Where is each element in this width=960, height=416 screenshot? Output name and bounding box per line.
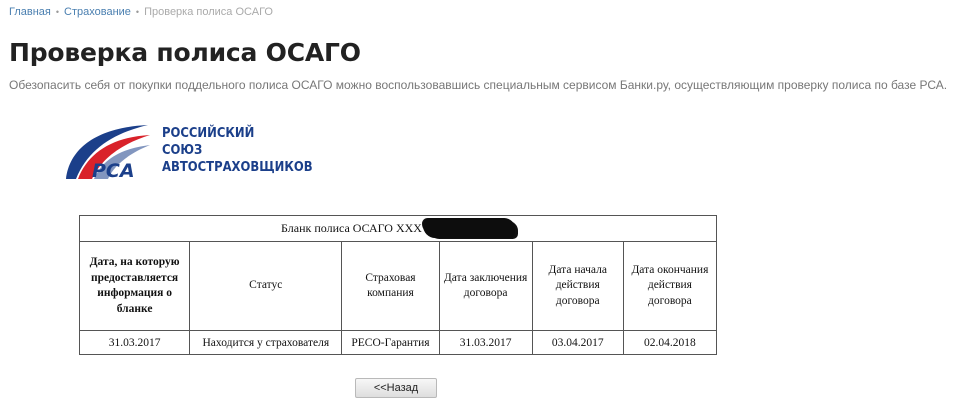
redaction-blot bbox=[422, 217, 515, 238]
table-cell: 31.03.2017 bbox=[438, 330, 533, 355]
column-header: Дата окончания действия договора bbox=[622, 241, 718, 331]
column-header: Дата заключения договора bbox=[438, 241, 533, 331]
policy-table: Бланк полиса ОСАГО ХХХ Дата, на которую … bbox=[78, 215, 718, 355]
page-subtitle: Обезопасить себя от покупки поддельного … bbox=[9, 78, 948, 92]
column-header: Страховая компания bbox=[341, 241, 440, 331]
breadcrumb-link-home[interactable]: Главная bbox=[9, 6, 51, 18]
rsa-emblem-icon: РСА bbox=[66, 125, 150, 182]
table-cell: 31.03.2017 bbox=[78, 330, 191, 355]
page-title: Проверка полиса ОСАГО bbox=[9, 38, 361, 67]
table-row: 31.03.2017 Находится у страхователя РЕСО… bbox=[78, 330, 718, 355]
back-button[interactable]: <<Назад bbox=[355, 378, 437, 398]
breadcrumb-separator: • bbox=[55, 7, 60, 17]
table-header-row: Дата, на которую предоставляется информа… bbox=[78, 241, 718, 331]
table-cell: РЕСО-Гарантия bbox=[341, 330, 440, 355]
breadcrumb-link-insurance[interactable]: Страхование bbox=[64, 6, 131, 18]
breadcrumb-separator: • bbox=[135, 7, 140, 17]
breadcrumb-current: Проверка полиса ОСАГО bbox=[144, 6, 273, 18]
table-cell: 03.04.2017 bbox=[531, 330, 624, 355]
breadcrumb: Главная • Страхование • Проверка полиса ОСАГ… bbox=[9, 6, 273, 18]
column-header: Статус bbox=[189, 241, 343, 331]
logo-line: РОССИЙСКИЙ bbox=[162, 125, 255, 141]
policy-table-title: Бланк полиса ОСАГО ХХХ bbox=[79, 215, 717, 242]
logo-abbrev: РСА bbox=[92, 160, 135, 182]
logo-line: СОЮЗ bbox=[162, 142, 203, 158]
column-header: Дата, на которую предоставляется информа… bbox=[78, 241, 191, 331]
column-header: Дата начала действия договора bbox=[531, 241, 624, 331]
table-cell: 02.04.2018 bbox=[622, 330, 718, 355]
rsa-logo: РСА РОССИЙСКИЙ СОЮЗ АВТОСТРАХОВЩИКОВ bbox=[62, 123, 313, 185]
logo-text: РОССИЙСКИЙ СОЮЗ АВТОСТРАХОВЩИКОВ bbox=[162, 125, 337, 176]
logo-line: АВТОСТРАХОВЩИКОВ bbox=[162, 159, 313, 175]
policy-title-text: Бланк полиса ОСАГО ХХХ bbox=[281, 220, 422, 235]
table-cell: Находится у страхователя bbox=[189, 330, 343, 355]
